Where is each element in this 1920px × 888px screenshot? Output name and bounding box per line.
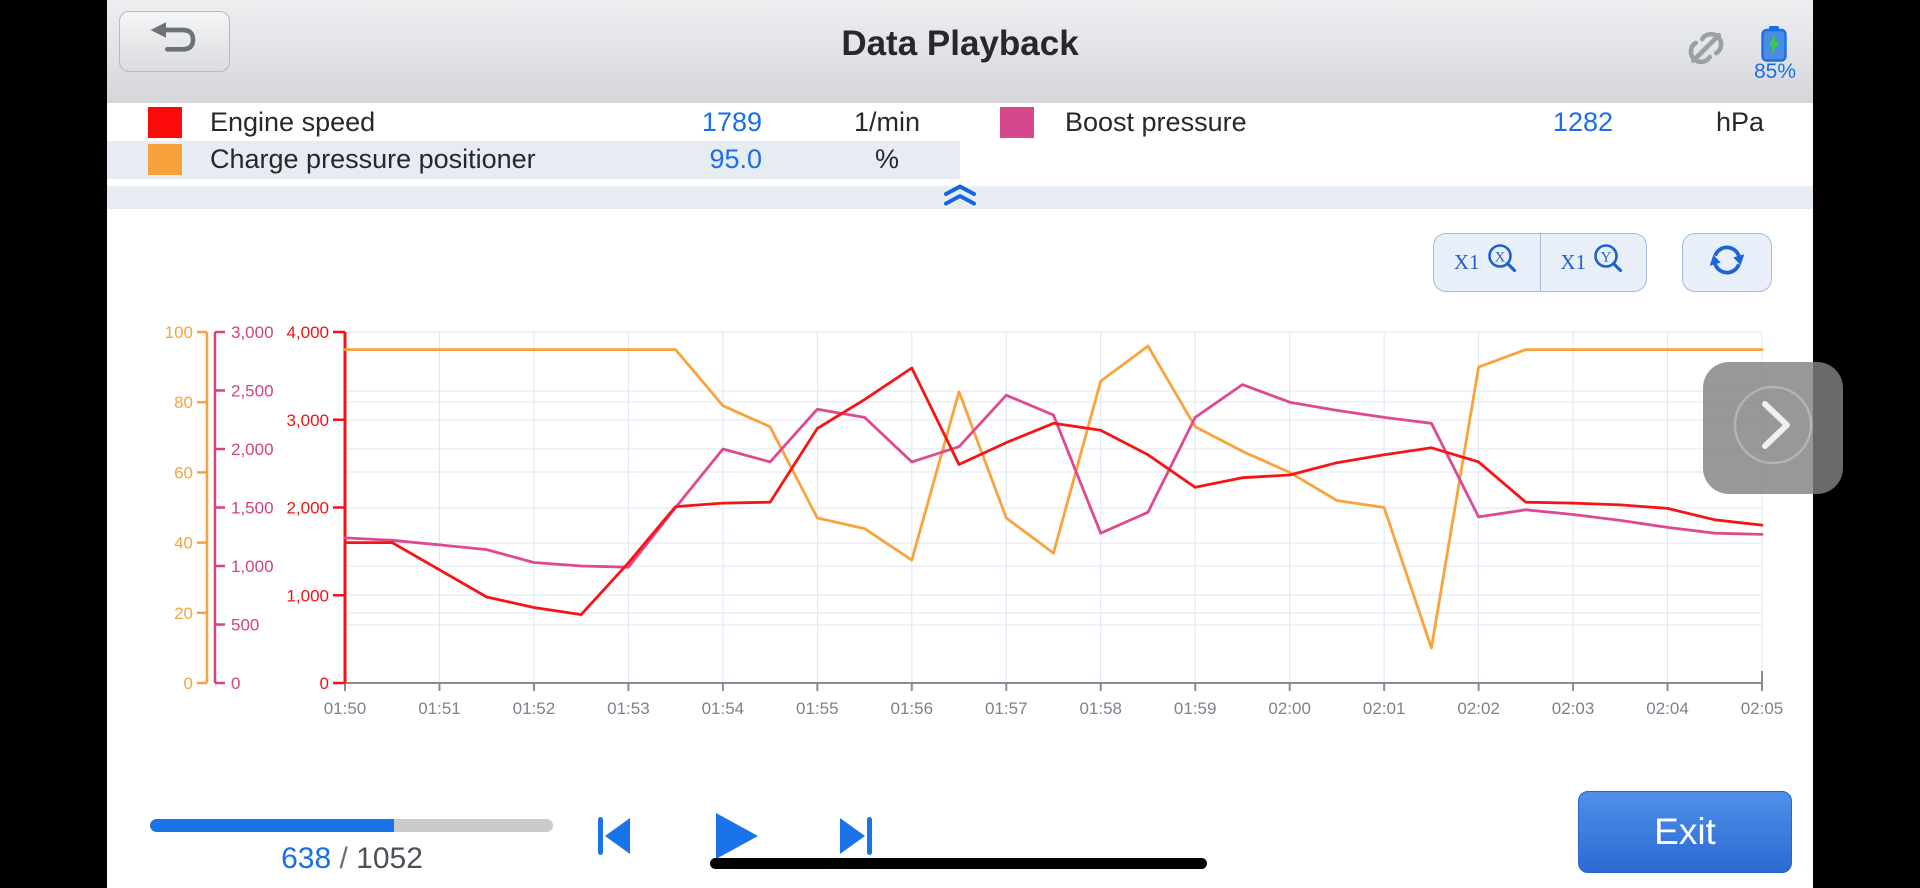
chevron-right-icon bbox=[1723, 376, 1823, 481]
svg-text:20: 20 bbox=[174, 604, 193, 623]
zoom-x-scale-label: X1 bbox=[1453, 250, 1480, 274]
svg-text:40: 40 bbox=[174, 534, 193, 553]
zoom-y-button[interactable]: X1 Y bbox=[1541, 234, 1647, 291]
charge-pressure-unit: % bbox=[874, 144, 899, 174]
playback-progress-bar bbox=[150, 819, 553, 832]
zoom-scale-group: X1 X X1 Y bbox=[1433, 233, 1647, 292]
svg-text:02:02: 02:02 bbox=[1457, 699, 1500, 718]
magnifier-y-icon: Y bbox=[1592, 243, 1626, 282]
svg-text:1,000: 1,000 bbox=[231, 557, 274, 576]
header-bar: Data Playback 85% bbox=[107, 0, 1813, 104]
app-content: Data Playback 85% Engine speed 1789 1/mi… bbox=[107, 0, 1813, 888]
svg-text:01:59: 01:59 bbox=[1174, 699, 1217, 718]
page-title: Data Playback bbox=[841, 24, 1079, 63]
svg-text:2,500: 2,500 bbox=[231, 382, 274, 401]
skip-to-end-button[interactable] bbox=[837, 816, 875, 861]
skip-to-start-button[interactable] bbox=[596, 816, 632, 861]
refresh-icon bbox=[1706, 239, 1748, 286]
svg-text:1,000: 1,000 bbox=[286, 586, 329, 605]
magnifier-x-icon: X bbox=[1486, 243, 1520, 282]
battery-percent-label: 85% bbox=[1753, 60, 1797, 83]
legend-row-2: Charge pressure positioner 95.0 % bbox=[107, 141, 1813, 179]
svg-text:2,000: 2,000 bbox=[286, 499, 329, 518]
svg-text:01:50: 01:50 bbox=[324, 699, 367, 718]
exit-button[interactable]: Exit bbox=[1578, 791, 1792, 873]
svg-text:3,000: 3,000 bbox=[286, 411, 329, 430]
legend-row-1: Engine speed 1789 1/min Boost pressure 1… bbox=[107, 103, 1813, 141]
legend-collapse-strip[interactable] bbox=[107, 184, 1813, 211]
svg-text:02:04: 02:04 bbox=[1646, 699, 1689, 718]
timeline-scrubber[interactable] bbox=[710, 858, 1207, 869]
engine-speed-unit: 1/min bbox=[853, 107, 921, 137]
boost-pressure-label[interactable]: Boost pressure bbox=[1065, 107, 1247, 138]
svg-text:0: 0 bbox=[320, 674, 329, 693]
playback-progress-fill bbox=[150, 819, 395, 832]
boost-pressure-value: 1282 bbox=[1552, 107, 1613, 137]
screen: Data Playback 85% Engine speed 1789 1/mi… bbox=[0, 0, 1920, 888]
svg-text:80: 80 bbox=[174, 393, 193, 412]
frame-current: 638 bbox=[281, 842, 332, 875]
svg-text:01:58: 01:58 bbox=[1079, 699, 1122, 718]
svg-text:0: 0 bbox=[184, 674, 193, 693]
charge-pressure-swatch bbox=[148, 144, 182, 175]
exit-label: Exit bbox=[1654, 811, 1716, 852]
svg-text:60: 60 bbox=[174, 463, 193, 482]
svg-text:01:54: 01:54 bbox=[702, 699, 745, 718]
svg-text:01:57: 01:57 bbox=[985, 699, 1028, 718]
svg-text:500: 500 bbox=[231, 616, 259, 635]
zoom-x-button[interactable]: X1 X bbox=[1434, 234, 1541, 291]
zoom-y-scale-label: X1 bbox=[1560, 250, 1587, 274]
svg-text:02:05: 02:05 bbox=[1741, 699, 1784, 718]
engine-speed-value: 1789 bbox=[701, 107, 762, 137]
svg-text:4,000: 4,000 bbox=[286, 323, 329, 342]
svg-text:Y: Y bbox=[1601, 250, 1612, 266]
refresh-button[interactable] bbox=[1682, 233, 1772, 292]
engine-speed-swatch bbox=[148, 107, 182, 138]
svg-text:01:53: 01:53 bbox=[607, 699, 650, 718]
broken-link-icon bbox=[1683, 25, 1729, 71]
svg-text:01:51: 01:51 bbox=[418, 699, 461, 718]
boost-pressure-unit: hPa bbox=[1715, 107, 1765, 137]
svg-text:1,500: 1,500 bbox=[231, 499, 274, 518]
engine-speed-label[interactable]: Engine speed bbox=[210, 107, 375, 138]
next-page-button[interactable] bbox=[1703, 362, 1843, 494]
svg-text:01:55: 01:55 bbox=[796, 699, 839, 718]
left-black-bar bbox=[0, 0, 107, 888]
charge-pressure-value: 95.0 bbox=[709, 144, 762, 174]
frame-counter: 638 / 1052 bbox=[202, 842, 502, 876]
frame-separator: / bbox=[339, 842, 348, 875]
data-playback-chart[interactable]: 01:50 01:51 01:52 01:53 01:54 01:55 01:56 01:57… bbox=[107, 300, 1813, 730]
svg-text:01:52: 01:52 bbox=[513, 699, 556, 718]
svg-text:02:03: 02:03 bbox=[1552, 699, 1595, 718]
svg-text:100: 100 bbox=[165, 323, 193, 342]
boost-pressure-swatch bbox=[1000, 107, 1034, 138]
chevron-double-up-icon[interactable] bbox=[942, 184, 978, 211]
frame-total: 1052 bbox=[356, 842, 423, 875]
svg-text:2,000: 2,000 bbox=[231, 440, 274, 459]
charge-pressure-label[interactable]: Charge pressure positioner bbox=[210, 144, 536, 175]
svg-text:X: X bbox=[1494, 250, 1505, 266]
svg-text:02:00: 02:00 bbox=[1268, 699, 1311, 718]
battery-icon bbox=[1759, 26, 1791, 62]
svg-text:0: 0 bbox=[231, 674, 240, 693]
svg-text:3,000: 3,000 bbox=[231, 323, 274, 342]
svg-text:02:01: 02:01 bbox=[1363, 699, 1406, 718]
svg-text:01:56: 01:56 bbox=[891, 699, 934, 718]
